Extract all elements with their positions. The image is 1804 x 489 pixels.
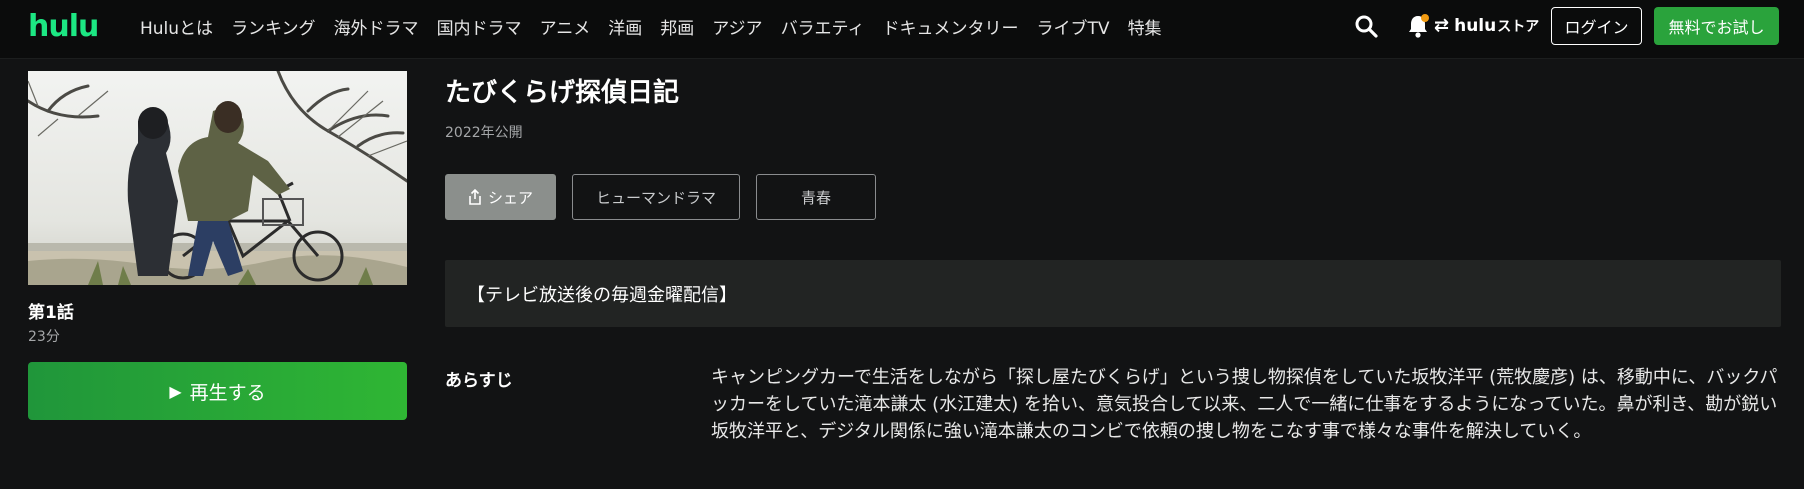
play-button-label: 再生する <box>189 381 266 404</box>
synopsis-text: キャンピングカーで生活をしながら「探し屋たびくらげ」という捜し物探偵をしていた坂… <box>711 367 1778 442</box>
top-nav-bar: hulu Huluとは ランキング 海外ドラマ 国内ドラマ アニメ 洋画 邦画 … <box>0 0 1804 59</box>
episode-thumbnail[interactable] <box>28 71 407 285</box>
nav-item-western-film[interactable]: 洋画 <box>608 14 642 39</box>
genre-tag-youth[interactable]: 青春 <box>756 174 876 220</box>
broadcast-notice-text: 【テレビ放送後の毎週金曜配信】 <box>467 284 737 306</box>
swap-icon: ⇄ <box>1434 15 1450 36</box>
share-icon <box>469 189 481 205</box>
share-label: シェア <box>487 188 533 207</box>
free-trial-button[interactable]: 無料でお試し <box>1654 7 1779 45</box>
page-title: たびくらげ探偵日記 <box>445 78 680 108</box>
nav-item-variety[interactable]: バラエティ <box>781 14 865 39</box>
nav-item-documentary[interactable]: ドキュメンタリー <box>883 14 1019 39</box>
store-brand: hulu <box>1454 15 1497 36</box>
search-icon[interactable] <box>1354 14 1378 38</box>
broadcast-notice: 【テレビ放送後の毎週金曜配信】 <box>445 260 1781 327</box>
nav-item-anime[interactable]: アニメ <box>540 14 591 39</box>
bell-icon[interactable] <box>1406 13 1430 39</box>
store-suffix: ストア <box>1497 18 1540 35</box>
nav-item-live-tv[interactable]: ライブTV <box>1037 14 1110 39</box>
nav-item-japanese-film[interactable]: 邦画 <box>660 14 694 39</box>
genre-tag-human-drama[interactable]: ヒューマンドラマ <box>572 174 740 220</box>
hulu-store-link[interactable]: ⇄ hulu ストア <box>1434 15 1539 36</box>
notification-dot <box>1421 14 1429 22</box>
nav-item-asia[interactable]: アジア <box>712 14 762 39</box>
login-button[interactable]: ログイン <box>1551 7 1642 45</box>
synopsis-heading: あらすじ <box>445 371 513 391</box>
nav-item-overseas-drama[interactable]: 海外ドラマ <box>334 14 419 39</box>
main-nav: Huluとは ランキング 海外ドラマ 国内ドラマ アニメ 洋画 邦画 アジア バ… <box>140 0 1180 52</box>
nav-item-features[interactable]: 特集 <box>1128 14 1162 39</box>
nav-item-about[interactable]: Huluとは <box>140 14 213 39</box>
episode-title: 第1話 <box>28 303 74 323</box>
nav-item-domestic-drama[interactable]: 国内ドラマ <box>437 14 522 39</box>
release-year: 2022年公開 <box>445 125 523 141</box>
hulu-logo[interactable]: hulu <box>28 9 99 44</box>
play-button[interactable]: ▶ 再生する <box>28 362 407 420</box>
play-icon: ▶ <box>169 381 182 401</box>
share-button[interactable]: シェア <box>445 174 556 220</box>
episode-duration: 23分 <box>28 329 60 345</box>
nav-item-ranking[interactable]: ランキング <box>231 14 316 39</box>
